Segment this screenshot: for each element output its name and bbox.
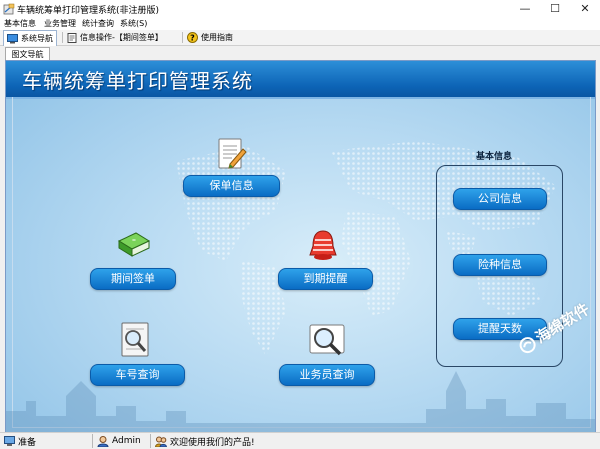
status-user: Admin — [97, 435, 141, 447]
search-magnifier-icon[interactable] — [308, 321, 346, 359]
app-icon — [3, 3, 15, 15]
status-ready: 准备 — [4, 435, 37, 448]
due-reminder-button[interactable]: 到期提醒 — [278, 268, 373, 290]
close-button[interactable]: ✕ — [570, 0, 600, 18]
document-icon — [67, 32, 77, 43]
title-bar: 车辆统筹单打印管理系统(非注册版) — ☐ ✕ — [0, 0, 600, 19]
tab-user-guide-label: 使用指南 — [201, 33, 233, 42]
policy-document-icon[interactable] — [216, 137, 248, 171]
maximize-button[interactable]: ☐ — [540, 0, 570, 18]
green-book-icon[interactable]: = — [116, 229, 152, 259]
tab-system-nav-label: 系统导航 — [21, 34, 53, 43]
svg-text:=: = — [132, 238, 136, 244]
status-welcome: 欢迎使用我们的产品! — [155, 435, 255, 448]
tab-user-guide[interactable]: ? 使用指南 — [187, 31, 233, 44]
insurance-type-button[interactable]: 险种信息 — [453, 254, 547, 276]
status-bar: 准备 Admin 欢迎使用我们的产品! — [0, 432, 600, 449]
monitor-icon — [7, 33, 18, 43]
help-icon: ? — [187, 32, 198, 43]
menu-basic-info[interactable]: 基本信息 — [4, 18, 36, 30]
minimize-button[interactable]: — — [510, 0, 540, 18]
tab-system-nav[interactable]: 系统导航 — [3, 30, 57, 46]
user-icon — [97, 435, 109, 447]
users-icon — [155, 436, 167, 447]
status-welcome-label: 欢迎使用我们的产品! — [170, 437, 255, 448]
status-user-label: Admin — [112, 436, 141, 446]
menu-business[interactable]: 业务管理 — [44, 18, 76, 30]
menu-system[interactable]: 系统(S) — [120, 18, 147, 30]
company-info-button[interactable]: 公司信息 — [453, 188, 547, 210]
tab-graphic-nav[interactable]: 图文导航 — [5, 47, 50, 61]
svg-text:?: ? — [190, 34, 195, 43]
tab-period-sign-label: 信息操作-【期间签单】 — [80, 33, 163, 42]
status-divider — [150, 434, 151, 448]
alarm-bell-icon[interactable] — [306, 228, 340, 264]
status-ready-label: 准备 — [18, 437, 37, 448]
basic-info-title: 基本信息 — [476, 152, 513, 162]
toolbar-divider — [182, 32, 183, 43]
menu-bar: 基本信息 业务管理 统计查询 系统(S) — [0, 18, 600, 30]
header-band: 车辆统筹单打印管理系统 — [6, 61, 595, 99]
navigation-panel: 车辆统筹单打印管理系统 保单信息 = 期间签单 到期提醒 车号查询 业务员查询 … — [5, 60, 596, 434]
app-title: 车辆统筹单打印管理系统 — [22, 69, 253, 93]
tab-period-sign[interactable]: 信息操作-【期间签单】 — [67, 31, 163, 44]
computer-icon — [4, 435, 15, 446]
status-divider — [92, 434, 93, 448]
window-title: 车辆统筹单打印管理系统(非注册版) — [17, 6, 160, 16]
menu-statistics[interactable]: 统计查询 — [82, 18, 114, 30]
toolbar-divider — [62, 32, 63, 43]
salesman-query-button[interactable]: 业务员查询 — [279, 364, 375, 386]
plate-query-button[interactable]: 车号查询 — [90, 364, 185, 386]
toolbar: 系统导航 信息操作-【期间签单】 ? 使用指南 — [0, 30, 600, 46]
period-sign-button[interactable]: 期间签单 — [90, 268, 176, 290]
policy-info-button[interactable]: 保单信息 — [183, 175, 280, 197]
magnifier-document-icon[interactable] — [118, 321, 152, 359]
